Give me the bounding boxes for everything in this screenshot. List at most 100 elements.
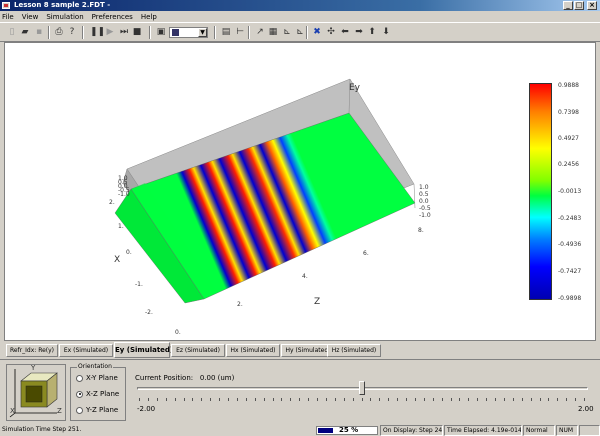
radio-label: Y-Z Plane: [86, 406, 119, 414]
slider-tick: [156, 398, 158, 401]
slider-tick: [272, 398, 274, 401]
graph-icon[interactable]: ↗: [254, 26, 266, 38]
radio-xz-plane[interactable]: X-Z Plane: [76, 390, 119, 398]
orientation-legend: Orientation: [77, 363, 113, 370]
maximize-button[interactable]: □: [574, 1, 584, 10]
z-axis-label: Z: [314, 297, 321, 307]
tab-ez[interactable]: Ez (Simulated): [171, 344, 225, 357]
slider-tick: [450, 398, 452, 401]
arrow-right-icon[interactable]: ➡: [353, 26, 365, 38]
y-tick-label-right: 1.0: [419, 184, 429, 191]
toolbar: ▯ ▰ ▪ ⎙ ? ❚❚ ▶ ⏭ ■ ▣ ▼ ▤ ⊢ ↗ ▦ ⊾ ⊾ ✖ ✣ ⬅…: [0, 22, 600, 42]
slider-tick: [548, 398, 550, 401]
menu-help[interactable]: Help: [141, 13, 157, 21]
slider-tick: [397, 398, 399, 401]
help-icon[interactable]: ?: [66, 26, 78, 38]
pause-icon[interactable]: ❚❚: [90, 26, 105, 38]
chevron-down-icon[interactable]: ▼: [198, 28, 207, 37]
status-mode: Normal: [523, 425, 555, 436]
position-slider-thumb[interactable]: [359, 381, 365, 395]
radio-xy-plane[interactable]: X-Y Plane: [76, 374, 118, 382]
colorbar: [529, 83, 552, 300]
slider-tick: [236, 398, 238, 401]
slider-tick: [530, 398, 532, 401]
status-bar: Simulation Time Step 251. 25 % On Displa…: [0, 424, 600, 436]
x-tick-label: 1.: [118, 223, 124, 230]
arrow-left-icon[interactable]: ⬅: [339, 26, 351, 38]
new-file-icon[interactable]: ▯: [6, 26, 18, 38]
print-icon[interactable]: ⎙: [53, 26, 65, 38]
slider-tick: [503, 398, 505, 401]
close-button[interactable]: ×: [587, 1, 597, 10]
color-map-select[interactable]: ▼: [169, 27, 208, 38]
color-swatch: [172, 29, 179, 36]
play-icon[interactable]: ▶: [104, 26, 116, 38]
status-message: Simulation Time Step 251.: [2, 426, 82, 433]
plot-z-icon[interactable]: ⊾: [294, 26, 306, 38]
save-icon[interactable]: ▪: [33, 26, 45, 38]
tab-ex[interactable]: Ex (Simulated): [59, 344, 113, 357]
axes-icon[interactable]: ⊢: [234, 26, 246, 38]
menu-preferences[interactable]: Preferences: [92, 13, 133, 21]
slider-tick: [245, 398, 247, 401]
slider-tick: [441, 398, 443, 401]
open-folder-icon[interactable]: ▰: [19, 26, 31, 38]
cube-x-label: X: [10, 407, 15, 415]
stop-icon[interactable]: ■: [131, 26, 143, 38]
slider-tick: [388, 398, 390, 401]
radio-dot-selected[interactable]: [76, 390, 83, 398]
radio-dot[interactable]: [76, 374, 83, 382]
app-icon[interactable]: [2, 2, 10, 9]
slider-tick: [192, 398, 194, 401]
slider-tick: [281, 398, 283, 401]
slider-tick: [459, 398, 461, 401]
grid-icon[interactable]: ▦: [267, 26, 279, 38]
color-scale-icon[interactable]: ▤: [220, 26, 232, 38]
menu-view[interactable]: View: [22, 13, 39, 21]
z-tick-label: 6.: [363, 250, 369, 257]
toolbar-separator: [306, 26, 308, 39]
slider-tick: [468, 398, 470, 401]
slider-tick: [343, 398, 345, 401]
slider-tick: [334, 398, 336, 401]
display-mode-icon[interactable]: ▣: [155, 26, 167, 38]
minimize-button[interactable]: _: [563, 1, 573, 10]
menu-file[interactable]: File: [2, 13, 14, 21]
colorbar-tick: 0.2456: [558, 161, 579, 168]
slider-ticks: [139, 398, 585, 401]
position-value: 0.00 (um): [199, 374, 235, 382]
tab-ey[interactable]: Ey (Simulated): [114, 342, 173, 358]
colorbar-tick: -0.9898: [558, 295, 582, 302]
position-label-text: Current Position:: [135, 374, 194, 382]
arrow-up-icon[interactable]: ⬆: [366, 26, 378, 38]
slider-tick: [423, 398, 425, 401]
slider-tick: [584, 398, 585, 401]
y-tick-label-right: -0.5: [419, 205, 431, 212]
plot-x-icon[interactable]: ⊾: [281, 26, 293, 38]
slider-tick: [361, 398, 363, 401]
colorbar-tick: -0.7427: [558, 268, 582, 275]
slider-tick: [352, 398, 354, 401]
step-forward-icon[interactable]: ⏭: [118, 26, 130, 38]
radio-yz-plane[interactable]: Y-Z Plane: [76, 406, 118, 414]
tab-hz[interactable]: Hz (Simulated): [327, 344, 381, 357]
menu-simulation[interactable]: Simulation: [46, 13, 83, 21]
field-tabs: Refr_Idx: Re(y) Ex (Simulated) Ey (Simul…: [4, 342, 596, 358]
radio-dot[interactable]: [76, 406, 83, 414]
slider-tick: [566, 398, 568, 401]
toolbar-separator: [248, 26, 250, 39]
zoom-out-icon[interactable]: ✣: [325, 26, 337, 38]
slider-tick: [370, 398, 372, 401]
slider-tick: [512, 398, 514, 401]
slider-tick: [210, 398, 212, 401]
colorbar-tick: -0.2483: [558, 215, 582, 222]
z-tick-label: 0.: [175, 329, 181, 336]
tab-refr-idx[interactable]: Refr_Idx: Re(y): [6, 344, 58, 357]
slider-tick: [290, 398, 292, 401]
zoom-fit-icon[interactable]: ✖: [311, 26, 323, 38]
arrow-down-icon[interactable]: ⬇: [380, 26, 392, 38]
tab-hx[interactable]: Hx (Simulated): [226, 344, 280, 357]
plot-area[interactable]: Ey X Z 2. 1. 0. -1. -2. 0. 2. 4. 6. 8. 1…: [4, 42, 596, 341]
slider-tick: [432, 398, 434, 401]
x-tick-label: -2.: [145, 309, 153, 316]
